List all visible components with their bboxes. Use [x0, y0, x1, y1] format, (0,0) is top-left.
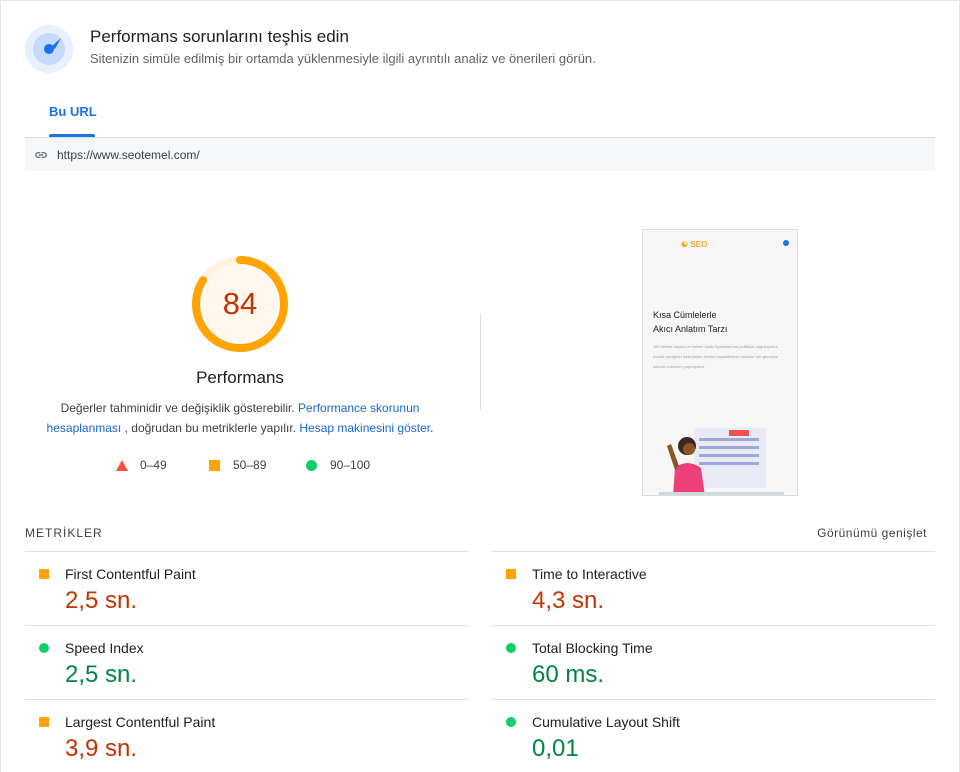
- status-indicator: [39, 717, 49, 727]
- status-indicator: [506, 717, 516, 727]
- metric-label: Largest Contentful Paint: [65, 714, 216, 730]
- menu-dot-icon: [783, 240, 789, 246]
- metric-value: 2,5 sn.: [65, 587, 138, 614]
- status-indicator: [39, 643, 49, 653]
- metric-value: 3,9 sn.: [65, 735, 138, 762]
- analyzed-url[interactable]: https://www.seotemel.com/: [57, 148, 200, 162]
- triangle-icon: [116, 460, 128, 471]
- metric-label: Cumulative Layout Shift: [532, 714, 680, 730]
- square-icon: [209, 460, 220, 471]
- legend-range: 90–100: [330, 458, 371, 472]
- metrics-heading: METRİKLER: [25, 526, 103, 540]
- link-icon: [35, 152, 47, 158]
- metric-label: Speed Index: [65, 640, 144, 656]
- thumbnail-heading: Kısa Cümlelerle Akıcı Anlatım Tarzı: [653, 310, 728, 334]
- calculator-link[interactable]: Hesap makinesini göster: [299, 421, 430, 435]
- metric-label: Total Blocking Time: [532, 640, 653, 656]
- page-screenshot-thumbnail: ☯ SEO Kısa Cümlelerle Akıcı Anlatım Tarz…: [642, 229, 798, 496]
- status-indicator: [506, 569, 516, 579]
- metric-label: First Contentful Paint: [65, 566, 196, 582]
- legend-range: 0–49: [140, 458, 167, 472]
- expand-view-toggle[interactable]: Görünümü genişlet: [817, 526, 927, 540]
- metric-value: 60 ms.: [532, 661, 605, 688]
- metric-value: 4,3 sn.: [532, 587, 605, 614]
- score-description: Değerler tahminidir ve değişiklik göster…: [40, 398, 440, 438]
- url-bar: https://www.seotemel.com/: [25, 138, 935, 171]
- metric-largest-contentful-paint: Largest Contentful Paint 3,9 sn.: [25, 699, 468, 772]
- person-illustration-icon: [659, 428, 784, 495]
- status-indicator: [506, 643, 516, 653]
- metric-speed-index: Speed Index 2,5 sn.: [25, 625, 468, 699]
- performance-label: Performans: [196, 368, 284, 387]
- thumbnail-body-text: 150 kelime başına ve kelime kalıbı fiyat…: [653, 344, 779, 369]
- metric-first-contentful-paint: First Contentful Paint 2,5 sn.: [25, 551, 468, 625]
- description-text: Değerler tahminidir ve değişiklik göster…: [60, 401, 299, 415]
- status-indicator: [39, 569, 49, 579]
- metric-label: Time to Interactive: [532, 566, 647, 582]
- tab-this-url[interactable]: Bu URL: [49, 104, 97, 119]
- vertical-divider: [480, 314, 481, 410]
- circle-icon: [306, 460, 317, 471]
- performance-score: 84: [222, 286, 258, 321]
- site-logo: ☯ SEO: [681, 240, 708, 249]
- description-text: .: [430, 421, 434, 435]
- legend-range: 50–89: [233, 458, 267, 472]
- performance-diagnosis-icon: [25, 25, 73, 73]
- metric-time-to-interactive: Time to Interactive 4,3 sn.: [492, 551, 935, 625]
- metric-value: 2,5 sn.: [65, 661, 138, 688]
- metric-value: 0,01: [532, 735, 579, 762]
- description-text: , doğrudan bu metriklerle yapılır.: [121, 421, 300, 435]
- section-title: Performans sorunlarını teşhis edin: [90, 27, 349, 46]
- metric-total-blocking-time: Total Blocking Time 60 ms.: [492, 625, 935, 699]
- section-subtitle: Sitenizin simüle edilmiş bir ortamda yük…: [90, 51, 596, 66]
- metric-cumulative-layout-shift: Cumulative Layout Shift 0,01: [492, 699, 935, 772]
